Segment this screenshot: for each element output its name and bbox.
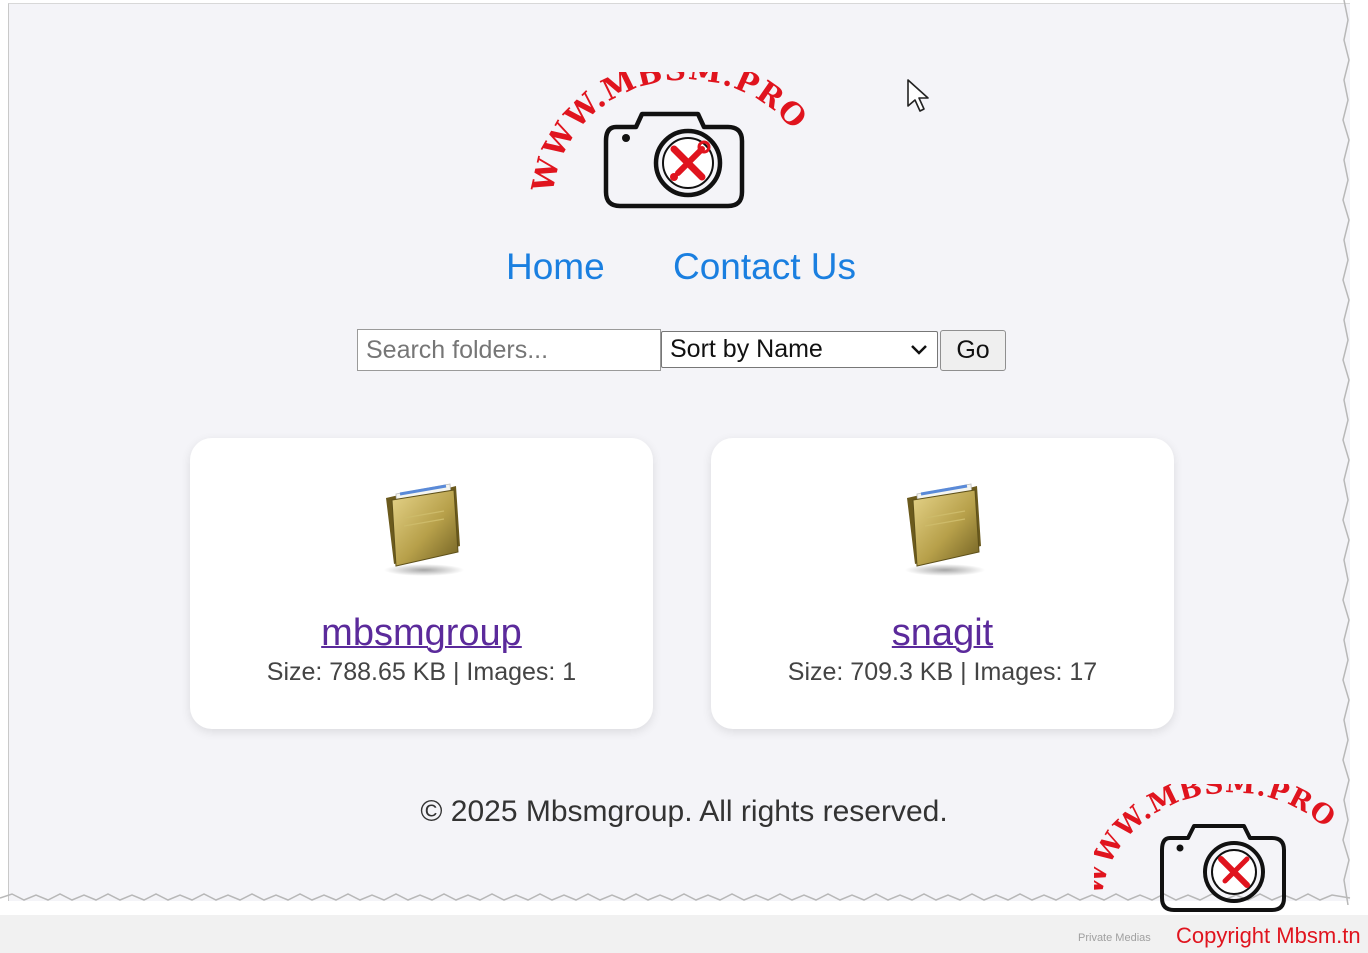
folder-meta: Size: 709.3 KB | Images: 17 [787,658,1098,686]
site-logo[interactable]: WWW.MBSM.PRO [528,72,838,222]
folder-card[interactable]: snagit Size: 709.3 KB | Images: 17 [711,438,1174,729]
nav-link-contact[interactable]: Contact Us [673,246,856,288]
folder-name-link[interactable]: snagit [711,612,1174,655]
folder-icon [905,483,985,576]
watermark-bar: Private Medias Copyright Mbsm.tn [0,915,1368,953]
chevron-down-icon [911,345,927,355]
camera-icon [1160,824,1286,912]
sort-select[interactable]: Sort by Name [661,331,938,368]
folder-card[interactable]: mbsmgroup Size: 788.65 KB | Images: 1 [190,438,653,729]
main-nav: Home Contact Us [0,246,1368,294]
search-input[interactable] [357,329,661,371]
watermark-logo: WWW.MBSM.PRO [1094,784,1341,912]
folder-icon [384,483,464,576]
go-button[interactable]: Go [940,330,1006,371]
sort-select-value: Sort by Name [670,335,823,363]
folder-name-link[interactable]: mbsmgroup [190,612,653,655]
camera-icon [603,111,745,209]
watermark-small-text: Private Medias [1078,932,1151,944]
watermark-copyright: Copyright Mbsm.tn [1176,923,1361,948]
torn-edge-right [1342,0,1350,905]
folder-meta: Size: 788.65 KB | Images: 1 [266,658,577,686]
nav-link-home[interactable]: Home [506,246,605,288]
mouse-cursor-icon [907,79,929,112]
